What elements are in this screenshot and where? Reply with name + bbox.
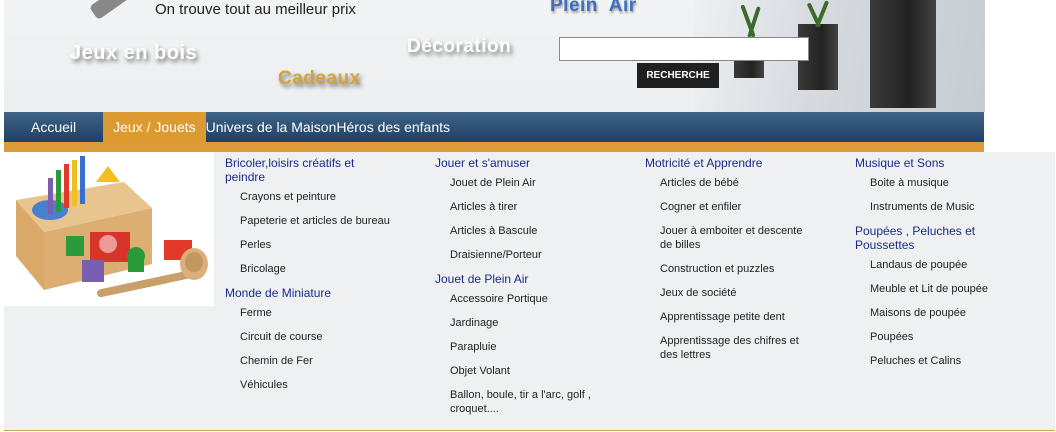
subcategory-link[interactable]: Ferme <box>225 306 395 320</box>
subcategory-link[interactable]: Meuble et Lit de poupée <box>855 282 1025 296</box>
shape-sorter-illustration <box>16 156 208 298</box>
category-title[interactable]: Bricoler,loisirs créatifs et peindre <box>225 156 395 184</box>
subcategory-link[interactable]: Construction et puzzles <box>645 262 815 276</box>
nav-item-heros-enfants[interactable]: Héros des enfants <box>336 112 450 142</box>
subcategory-link[interactable]: Apprentissage des chifres et des lettres <box>645 334 815 362</box>
category-title[interactable]: Motricité et Apprendre <box>645 156 815 170</box>
site-tagline: On trouve tout au meilleur prix <box>155 1 356 18</box>
category-title[interactable]: Musique et Sons <box>855 156 1025 170</box>
category-title[interactable]: Poupées , Peluches et Poussettes <box>855 224 1025 252</box>
subcategory-link[interactable]: Véhicules <box>225 378 395 392</box>
subcategory-link[interactable]: Articles de bébé <box>645 176 815 190</box>
subcategory-link[interactable]: Bricolage <box>225 262 395 276</box>
subcategory-link[interactable]: Boite à musique <box>855 176 1025 190</box>
pen-icon <box>89 0 131 21</box>
subcategory-link[interactable]: Apprentissage petite dent <box>645 310 815 324</box>
subcategory-link[interactable]: Circuit de course <box>225 330 395 344</box>
search-button[interactable]: RECHERCHE <box>637 63 719 88</box>
tall-planter-image <box>870 0 936 108</box>
subcategory-link[interactable]: Articles à tirer <box>435 200 605 214</box>
subcategory-link[interactable]: Instruments de Music <box>855 200 1025 214</box>
nav-item-jeux-jouets[interactable]: Jeux / Jouets <box>103 112 206 142</box>
subcategory-link[interactable]: Articles à Bascule <box>435 224 605 238</box>
subcategory-link[interactable]: Jeux de société <box>645 286 815 300</box>
subcategory-link[interactable]: Jardinage <box>435 316 605 330</box>
subcategory-link[interactable]: Crayons et peinture <box>225 190 395 204</box>
subcategory-link[interactable]: Peluches et Calins <box>855 354 1025 368</box>
mega-menu: Bricoler,loisirs créatifs et peindre Cra… <box>4 152 1055 431</box>
menu-column-3: Motricité et Apprendre Articles de bébé … <box>645 152 815 372</box>
nav-underline <box>4 142 984 152</box>
subcategory-link[interactable]: Papeterie et articles de bureau <box>225 214 395 228</box>
header-link-plein-air[interactable]: Plein Air <box>550 0 637 17</box>
subcategory-link[interactable]: Jouet de Plein Air <box>435 176 605 190</box>
menu-column-1: Bricoler,loisirs créatifs et peindre Cra… <box>225 152 395 402</box>
header-link-decoration[interactable]: Décoration <box>407 36 511 58</box>
subcategory-link[interactable]: Ballon, boule, tir a l'arc, golf , croqu… <box>435 388 605 416</box>
category-title[interactable]: Jouer et s'amuser <box>435 156 605 170</box>
subcategory-link[interactable]: Objet Volant <box>435 364 605 378</box>
main-navigation: Accueil Jeux / Jouets Univers de la Mais… <box>4 112 984 142</box>
subcategory-link[interactable]: Parapluie <box>435 340 605 354</box>
nav-item-univers-maison[interactable]: Univers de la Maison <box>206 112 337 142</box>
category-title[interactable]: Monde de Miniature <box>225 286 395 300</box>
subcategory-link[interactable]: Accessoire Portique <box>435 292 605 306</box>
menu-column-4: Musique et Sons Boite à musique Instrume… <box>855 152 1025 378</box>
subcategory-link[interactable]: Cogner et enfiler <box>645 200 815 214</box>
nav-item-accueil[interactable]: Accueil <box>4 112 103 142</box>
subcategory-link[interactable]: Jouer à emboiter et descente de billes <box>645 224 815 252</box>
subcategory-link[interactable]: Perles <box>225 238 395 252</box>
subcategory-link[interactable]: Maisons de poupée <box>855 306 1025 320</box>
header-link-cadeaux[interactable]: Cadeaux <box>278 68 361 90</box>
wooden-shape-sorter-image <box>4 152 214 306</box>
header-banner: On trouve tout au meilleur prix Jeux en … <box>4 0 985 112</box>
subcategory-link[interactable]: Landaus de poupée <box>855 258 1025 272</box>
header-link-jeux-en-bois[interactable]: Jeux en bois <box>70 42 197 65</box>
subcategory-link[interactable]: Chemin de Fer <box>225 354 395 368</box>
search-input[interactable] <box>559 37 809 61</box>
subcategory-link[interactable]: Poupées <box>855 330 1025 344</box>
subcategory-link[interactable]: Draisienne/Porteur <box>435 248 605 262</box>
category-title[interactable]: Jouet de Plein Air <box>435 272 605 286</box>
menu-column-2: Jouer et s'amuser Jouet de Plein Air Art… <box>435 152 605 426</box>
